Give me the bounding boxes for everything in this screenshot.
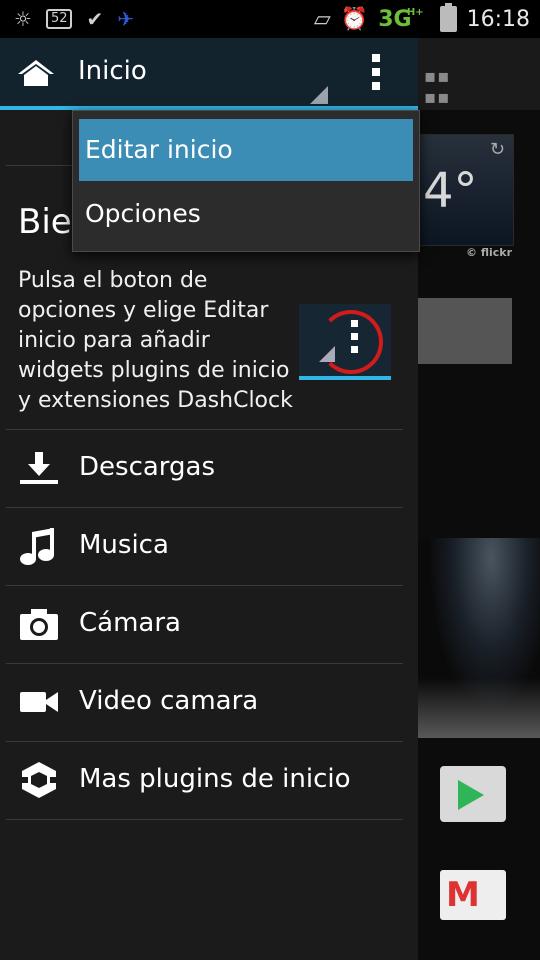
welcome-text: Pulsa el boton de opciones y elige Edita… — [18, 268, 293, 413]
home-icon[interactable] — [16, 58, 56, 88]
badge-52-icon: 52 — [45, 9, 73, 29]
play-store-icon[interactable] — [440, 766, 506, 822]
weather-icon: ☼ — [14, 7, 32, 31]
menu-item-label: Cámara — [79, 608, 181, 638]
welcome-title: Bie — [18, 202, 72, 242]
overflow-popup-menu: Editar inicio Opciones — [72, 110, 420, 252]
menu-item-label: Descargas — [79, 452, 216, 482]
menu-item-mas-plugins[interactable]: Mas plugins de inicio — [0, 742, 418, 819]
music-note-icon — [20, 528, 54, 565]
plugin-hex-icon — [18, 762, 60, 798]
widget-placeholder[interactable] — [418, 298, 512, 364]
videocam-icon — [20, 692, 58, 712]
refresh-icon[interactable]: ↻ — [490, 139, 505, 160]
menu-item-video-camara[interactable]: Video camara — [0, 664, 418, 741]
menu-item-label: Musica — [79, 530, 169, 560]
alarm-icon: ⏰ — [340, 6, 369, 32]
battery-icon — [439, 3, 457, 32]
welcome-hint-image — [299, 304, 391, 380]
menu-item-musica[interactable]: Musica — [0, 508, 418, 585]
gmail-icon[interactable]: M — [440, 870, 506, 920]
rotate-icon: ▱ — [313, 6, 331, 32]
menu-item-label: Video camara — [79, 686, 259, 716]
flickr-credit: © flickr — [466, 246, 513, 259]
status-system-icons: ▱ ⏰ 3G H+ 16:18 — [313, 3, 530, 34]
home-topbar: ▪▪ ▪▪ — [418, 38, 540, 110]
popup-item-editar-inicio[interactable]: Editar inicio — [79, 119, 413, 181]
bird-app-icon: ✈ — [117, 7, 135, 31]
popup-item-opciones[interactable]: Opciones — [79, 183, 413, 245]
check-circle-icon: ✔ — [86, 7, 104, 31]
weather-temperature: 4° — [423, 163, 478, 219]
home-screen-background: ▪▪ ▪▪ ↻ 4° © flickr M — [418, 38, 540, 960]
popup-item-label: Opciones — [85, 199, 201, 228]
menu-item-camara[interactable]: Cámara — [0, 586, 418, 663]
download-icon — [20, 452, 58, 484]
popup-item-label: Editar inicio — [85, 135, 233, 164]
status-notification-icons: ☼ 52 ✔ ✈ — [14, 6, 134, 32]
weather-widget[interactable]: ↻ 4° — [418, 134, 514, 246]
network-indicator: 3G H+ — [378, 6, 424, 32]
spinner-indicator-icon — [310, 86, 328, 104]
app-bar: Inicio — [0, 38, 418, 110]
menu-item-label: Mas plugins de inicio — [79, 764, 351, 794]
wallpaper-mist — [418, 678, 540, 738]
apps-grid-icon[interactable]: ▪▪ ▪▪ — [424, 66, 450, 108]
camera-icon — [20, 609, 58, 640]
overflow-menu-icon[interactable] — [366, 54, 386, 94]
page-title[interactable]: Inicio — [78, 56, 147, 86]
clock: 16:18 — [466, 6, 530, 32]
divider — [6, 819, 403, 820]
status-bar: ☼ 52 ✔ ✈ ▱ ⏰ 3G H+ 16:18 — [0, 0, 540, 38]
menu-item-descargas[interactable]: Descargas — [0, 430, 418, 507]
